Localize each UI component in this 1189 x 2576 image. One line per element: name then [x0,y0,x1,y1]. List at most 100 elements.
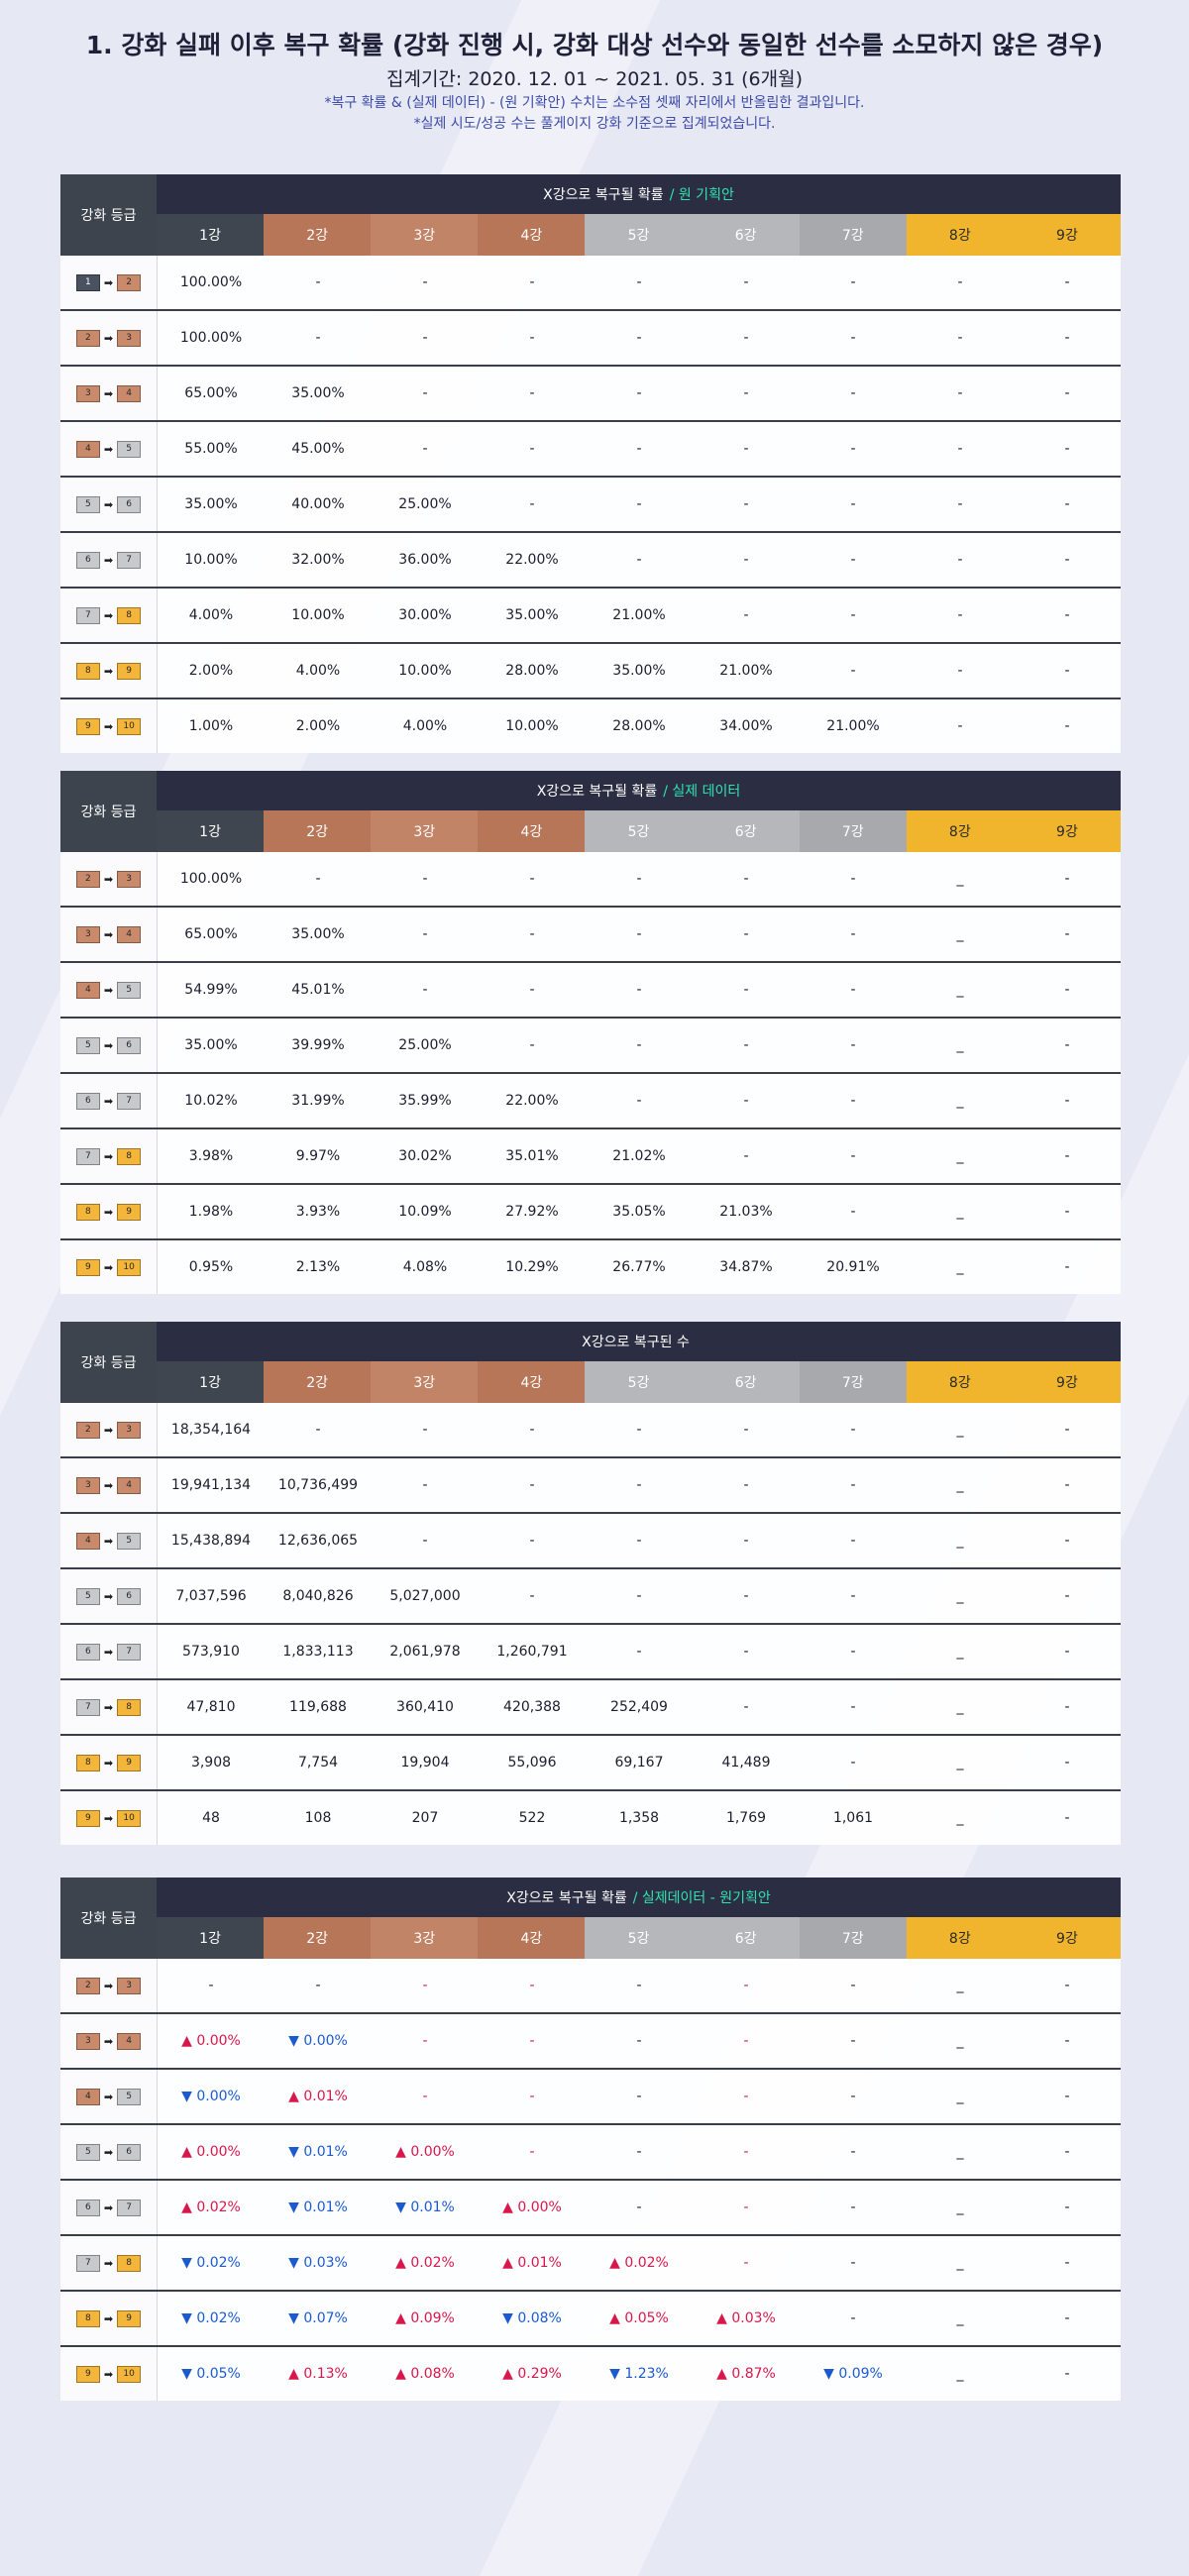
value-cell: - [529,441,535,457]
value-cell: - [850,1755,856,1771]
value-cell: ▲ 0.00% [181,2033,241,2049]
column-header: 8강 [906,1361,1014,1403]
value-cell: - [957,663,963,679]
column-header: 3강 [371,1917,479,1959]
right-arrow-icon: ➡ [103,386,114,400]
value-cell: 19,904 [400,1755,450,1771]
value-cell: - [850,1422,856,1438]
value-cell: 19,941,134 [170,1477,252,1493]
value-cell: - [743,1533,749,1549]
grade-cell: 6 ➡ 7 [60,1074,158,1127]
column-header: 3강 [371,810,479,852]
table-row: 2 ➡ 3 - - - - - - - _ - [60,1959,1121,2014]
grade-from-badge: 6 [75,1092,100,1110]
value-cell: - [422,441,428,457]
column-header: 9강 [1013,1361,1121,1403]
right-arrow-icon: ➡ [103,1645,114,1659]
value-cell: 100.00% [179,871,243,887]
right-arrow-icon: ➡ [103,553,114,567]
value-cell: 1.98% [188,1204,234,1220]
value-cell: _ [956,1644,964,1660]
value-cell: _ [956,1588,964,1604]
value-cell: _ [956,871,964,887]
value-cell: 36.00% [398,552,452,568]
grade-from-badge: 5 [75,495,100,513]
table-row: 4 ➡ 5 54.99% 45.01% - - - - - _ - [60,963,1121,1019]
right-arrow-icon: ➡ [103,2200,114,2214]
grade-column-header: 강화 등급 [60,174,157,256]
value-cell: ▲ 0.02% [181,2200,241,2215]
table-row: 3 ➡ 4 19,941,134 10,736,499 - - - - - _ - [60,1458,1121,1514]
page-header: 1. 강화 실패 이후 복구 확률 (강화 진행 시, 강화 대상 선수와 동일… [0,28,1189,135]
grade-cell: 5 ➡ 6 [60,478,158,531]
value-cell: 54.99% [184,982,238,998]
column-header: 9강 [1013,1917,1121,1959]
grade-cell: 1 ➡ 2 [60,256,158,309]
grade-column-header: 강화 등급 [60,1878,157,1959]
value-cell: - [315,871,321,887]
grade-to-badge: 5 [117,981,142,999]
grade-cell: 8 ➡ 9 [60,1736,158,1789]
value-cell: - [315,274,321,290]
right-arrow-icon: ➡ [103,275,114,289]
grade-cell: 3 ➡ 4 [60,1458,158,1512]
value-cell: - [636,2200,642,2215]
value-cell: - [850,871,856,887]
column-header: 3강 [371,1361,479,1403]
value-cell: _ [956,1204,964,1220]
grade-from-badge: 4 [75,2088,100,2105]
table-row: 9 ➡ 10 1.00% 2.00% 4.00% 10.00% 28.00% 34.00% 21.… [60,699,1121,753]
grade-to-badge: 5 [117,1532,142,1550]
grade-to-badge: 6 [117,2143,142,2161]
value-cell: - [529,926,535,942]
grade-from-badge: 2 [75,1421,100,1439]
value-cell: _ [956,2366,964,2382]
value-cell: - [743,274,749,290]
grade-column-header: 강화 등급 [60,1322,157,1403]
right-arrow-icon: ➡ [103,2145,114,2159]
right-arrow-icon: ➡ [103,1038,114,1052]
value-cell: - [850,330,856,346]
grade-to-badge: 10 [117,2365,142,2383]
value-cell: 65.00% [184,926,238,942]
value-cell: - [743,1588,749,1604]
table-row: 5 ➡ 6 ▲ 0.00% ▼ 0.01% ▲ 0.00% - - - - _ - [60,2125,1121,2181]
grade-from-badge: 9 [75,1809,100,1827]
value-cell: 39.99% [291,1037,345,1053]
value-cell: 30.02% [398,1148,452,1164]
grade-cell: 4 ➡ 5 [60,963,158,1017]
value-cell: - [743,2144,749,2160]
value-cell: - [1064,2366,1070,2382]
value-cell: - [636,1978,642,1993]
value-cell: - [529,2033,535,2049]
value-cell: 2,061,978 [389,1644,461,1660]
value-cell: - [743,1148,749,1164]
value-cell: - [743,330,749,346]
value-cell: 55,096 [507,1755,557,1771]
column-header: 2강 [264,1361,372,1403]
value-cell: 34.00% [719,718,773,734]
value-cell: 10.00% [505,718,559,734]
column-header: 7강 [799,810,907,852]
right-arrow-icon: ➡ [103,983,114,997]
value-cell: _ [956,2310,964,2326]
table-row: 8 ➡ 9 1.98% 3.93% 10.09% 27.92% 35.05% 21.03% - _ - [60,1185,1121,1240]
grade-to-badge: 7 [117,2199,142,2216]
value-cell: 100.00% [179,274,243,290]
value-cell: ▼ 0.01% [395,2200,455,2215]
value-cell: - [636,2033,642,2049]
value-cell: 573,910 [182,1644,240,1660]
grade-from-badge: 4 [75,981,100,999]
grade-to-badge: 3 [117,870,142,888]
grade-cell: 9 ➡ 10 [60,1791,158,1845]
column-header: 8강 [906,214,1014,256]
right-arrow-icon: ➡ [103,2367,114,2381]
right-arrow-icon: ➡ [103,719,114,733]
value-cell: - [850,663,856,679]
grade-cell: 4 ➡ 5 [60,1514,158,1567]
value-cell: - [743,1477,749,1493]
column-header: 1강 [157,1361,265,1403]
value-cell: 28.00% [505,663,559,679]
value-cell: - [850,926,856,942]
right-arrow-icon: ➡ [103,497,114,511]
